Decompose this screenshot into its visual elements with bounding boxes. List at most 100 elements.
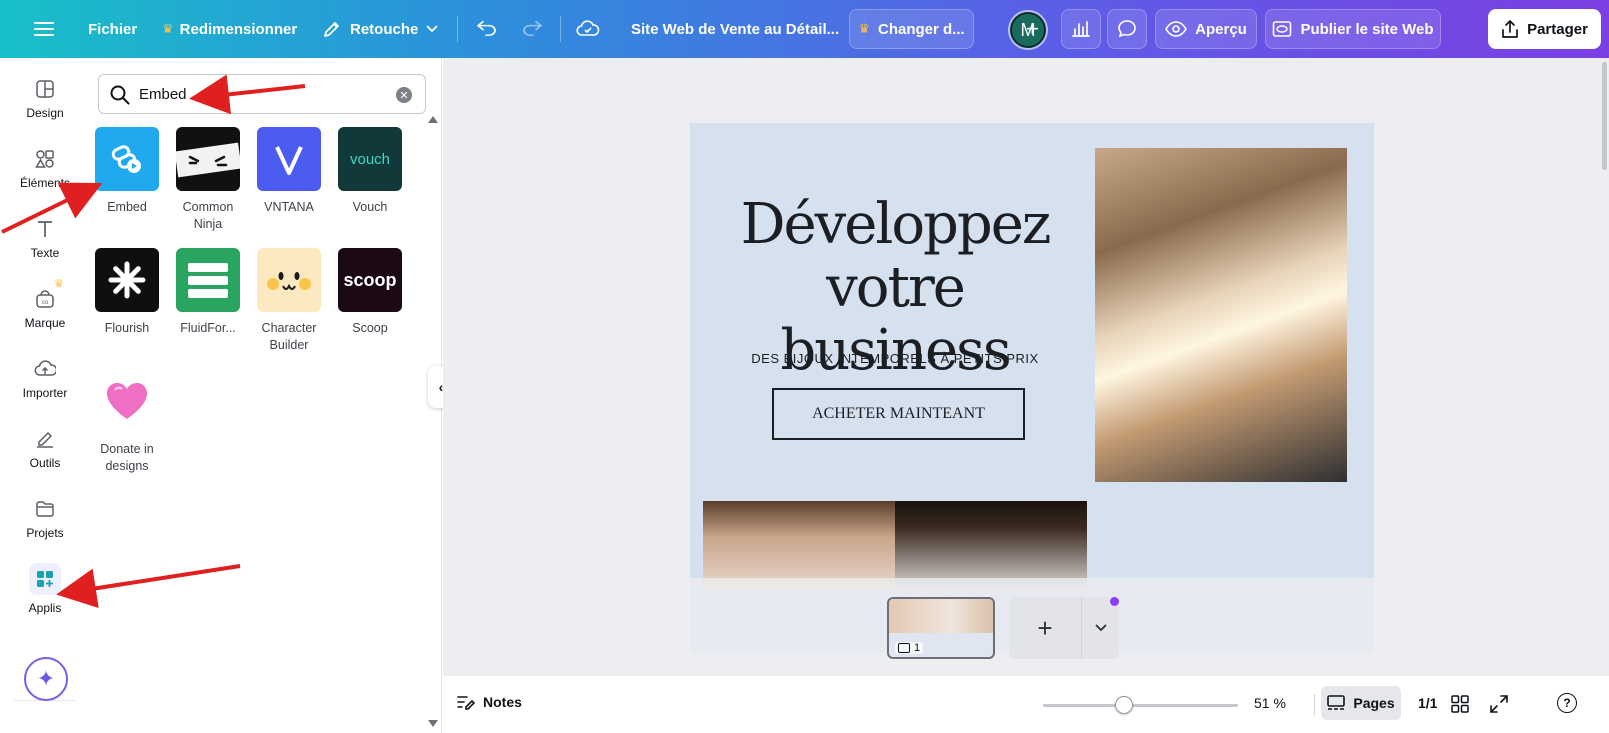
chevron-down-icon[interactable]	[1081, 597, 1119, 659]
scroll-down-icon[interactable]	[428, 720, 438, 727]
zoom-slider[interactable]	[1043, 704, 1238, 707]
app-tile-embed[interactable]: Embed	[94, 127, 160, 216]
publish-website-button[interactable]: Publier le site Web	[1265, 9, 1441, 49]
app-tile-donate[interactable]: Donate in designs	[94, 369, 160, 475]
hero-subtitle[interactable]: DES BIJOUX INTEMPORELS À PETITS PRIX	[715, 351, 1075, 366]
cloud-check-icon[interactable]	[576, 0, 600, 58]
search-icon	[110, 85, 130, 105]
share-button[interactable]: Partager	[1488, 9, 1601, 49]
folder-icon	[36, 501, 54, 517]
page-thumbnail[interactable]: 1	[887, 597, 995, 659]
scoop-logo-icon: scoop	[338, 248, 402, 312]
rail-item-projects[interactable]: Projets	[0, 484, 90, 554]
edit-button[interactable]: Retouche	[322, 0, 438, 58]
crown-icon: ♛	[162, 21, 174, 36]
app-label: Embed	[107, 200, 147, 214]
rail-item-elements[interactable]: Éléments	[0, 134, 90, 204]
vertical-scrollbar[interactable]	[1602, 62, 1607, 170]
search-input[interactable]	[139, 83, 379, 105]
hero-button[interactable]: ACHETER MAINTEANT	[772, 388, 1025, 440]
file-menu[interactable]: Fichier	[88, 0, 137, 58]
rail-label: Applis	[28, 601, 62, 615]
character-builder-logo-icon	[257, 248, 321, 312]
publish-label: Publier le site Web	[1300, 20, 1434, 38]
divider	[560, 16, 561, 42]
apps-panel: ✕ Embed Common Ninja VNTANA vouch Vouch …	[90, 58, 442, 733]
canvas-area[interactable]: Développez votre business DES BIJOUX INT…	[443, 58, 1609, 733]
app-label: Common Ninja	[182, 200, 234, 231]
app-tile-vouch[interactable]: vouch Vouch	[337, 127, 403, 216]
app-tile-scoop[interactable]: scoop Scoop	[337, 248, 403, 337]
resize-label: Redimensionner	[179, 20, 298, 38]
sparkle-icon[interactable]: ✦	[24, 657, 68, 701]
rail-item-brand[interactable]: co Marque	[0, 274, 90, 344]
app-label: Donate in designs	[100, 442, 154, 473]
thumbnail-image	[889, 599, 993, 633]
search-box[interactable]: ✕	[98, 74, 426, 114]
vouch-logo-icon: vouch	[338, 127, 402, 191]
top-bar: Fichier ♛ Redimensionner Retouche Site W…	[0, 0, 1609, 58]
page-count[interactable]: 1/1	[1418, 695, 1437, 711]
pages-icon	[1327, 695, 1346, 710]
rail-label: Texte	[30, 246, 60, 260]
document-title[interactable]: Site Web de Vente au Détail...	[631, 0, 839, 58]
rail-item-text[interactable]: Texte	[0, 204, 90, 274]
clear-search-icon[interactable]: ✕	[396, 87, 412, 103]
help-icon[interactable]: ?	[1557, 693, 1577, 713]
app-tile-character-builder[interactable]: Character Builder	[256, 248, 322, 354]
brand-icon: co	[36, 290, 54, 308]
scroll-up-icon[interactable]	[428, 116, 438, 123]
bottom-bar: Notes 51 % Pages 1/1 ?	[443, 676, 1609, 733]
app-tile-vntana[interactable]: VNTANA	[256, 127, 322, 216]
rail-item-apps[interactable]: Applis	[0, 554, 90, 624]
pages-label: Pages	[1353, 695, 1395, 711]
embed-logo-icon	[95, 127, 159, 191]
redo-icon[interactable]	[521, 0, 543, 58]
document-title-label: Site Web de Vente au Détail...	[631, 20, 840, 38]
design-icon	[36, 80, 54, 98]
elements-icon	[35, 150, 54, 168]
menu-icon[interactable]	[34, 0, 54, 58]
rail-label: Importer	[22, 386, 68, 400]
undo-icon[interactable]	[476, 0, 498, 58]
zoom-value[interactable]: 51 %	[1254, 695, 1286, 711]
pages-button[interactable]: Pages	[1321, 686, 1401, 720]
app-label: FluidFor...	[180, 321, 236, 335]
hero-photo[interactable]	[1095, 148, 1347, 482]
share-label: Partager	[1527, 20, 1588, 38]
rail-label: Éléments	[19, 176, 71, 190]
plus-icon[interactable]: +	[1009, 597, 1081, 659]
vntana-logo-icon	[257, 127, 321, 191]
comment-button[interactable]	[1107, 9, 1147, 49]
rail-item-tools[interactable]: Outils	[0, 414, 90, 484]
add-page-button[interactable]: +	[1009, 597, 1119, 659]
preview-button[interactable]: Aperçu	[1155, 9, 1257, 49]
app-tile-flourish[interactable]: Flourish	[94, 248, 160, 337]
rail-item-upload[interactable]: Importer	[0, 344, 90, 414]
file-label: Fichier	[88, 20, 138, 38]
left-rail: Design Éléments Texte co Marque ♛ Import…	[0, 58, 90, 733]
upload-cloud-icon	[34, 360, 56, 376]
app-tile-common-ninja[interactable]: Common Ninja	[175, 127, 241, 233]
grid-view-icon[interactable]	[1449, 693, 1471, 715]
zoom-slider-handle[interactable]	[1115, 696, 1133, 714]
crown-icon: ♛	[54, 278, 64, 290]
resize-button[interactable]: ♛ Redimensionner	[162, 0, 297, 58]
change-plan-button[interactable]: ♛ Changer d...	[849, 9, 974, 49]
crown-icon: ♛	[858, 21, 870, 36]
app-label: Character Builder	[261, 321, 317, 352]
change-plan-label: Changer d...	[877, 20, 965, 38]
analytics-button[interactable]	[1061, 9, 1101, 49]
rail-item-design[interactable]: Design	[0, 64, 90, 134]
app-label: Scoop	[352, 321, 388, 335]
fullscreen-icon[interactable]	[1488, 693, 1510, 715]
share-icon	[1502, 20, 1518, 38]
plus-icon[interactable]: +	[1026, 0, 1039, 58]
fluidforms-logo-icon	[176, 248, 240, 312]
preview-label: Aperçu	[1195, 20, 1247, 38]
app-tile-fluidforms[interactable]: FluidFor...	[175, 248, 241, 337]
text-icon	[38, 221, 52, 237]
pencil-icon	[324, 22, 339, 37]
rail-label: Projets	[26, 526, 64, 540]
notes-button[interactable]: Notes	[457, 694, 522, 710]
